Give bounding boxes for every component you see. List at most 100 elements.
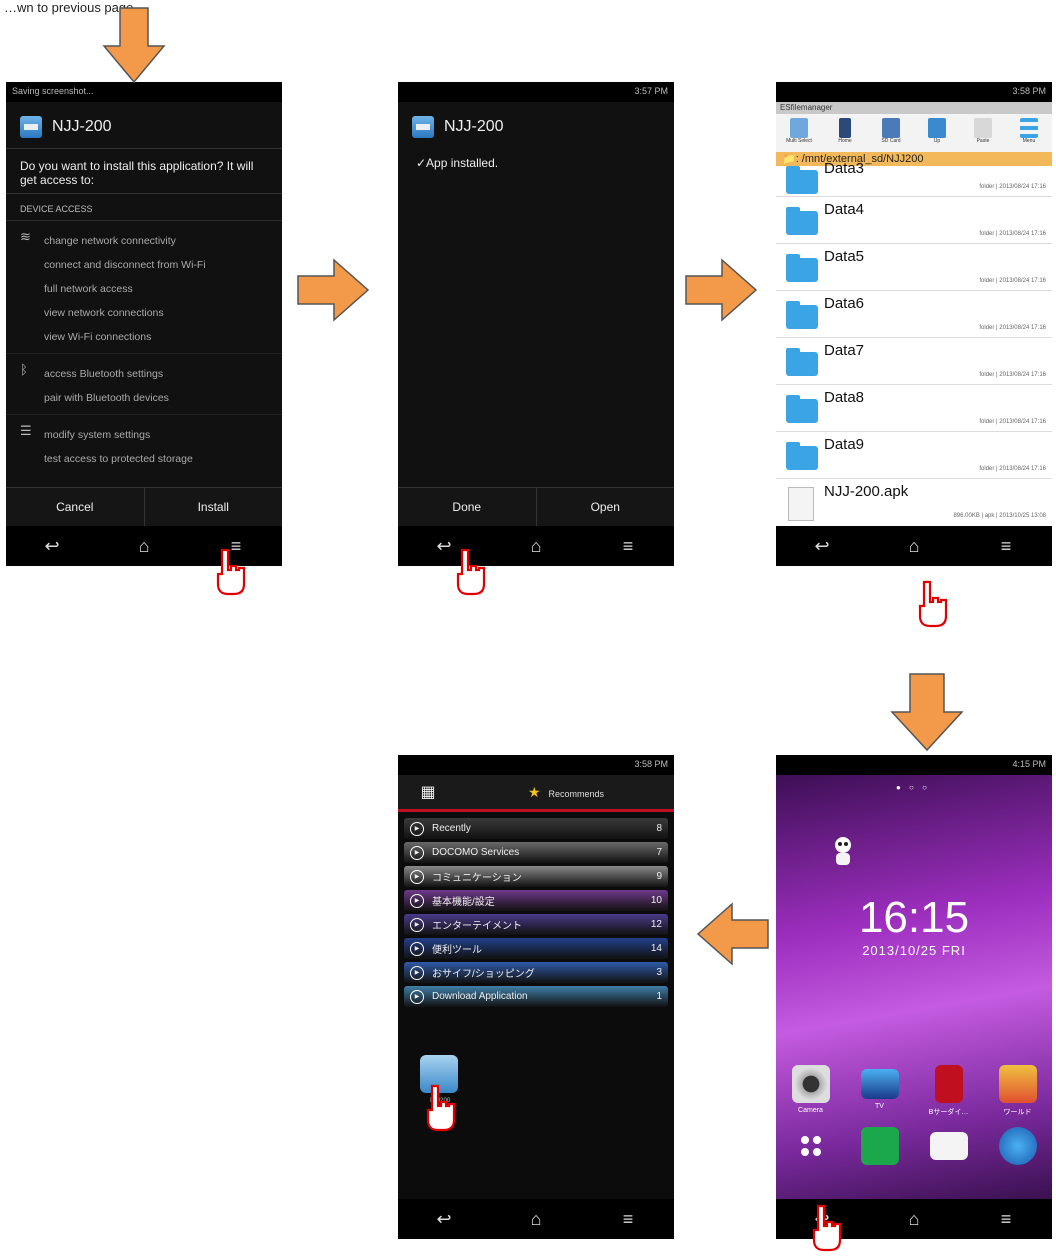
- browser-app[interactable]: [997, 1127, 1039, 1169]
- wifi-icon: ≋: [20, 229, 31, 244]
- folder-icon: [786, 395, 818, 423]
- home-icon[interactable]: ⌂: [899, 536, 929, 557]
- menu-icon[interactable]: ≡: [991, 536, 1021, 557]
- permission-item: test access to protected storage: [44, 453, 193, 465]
- done-button[interactable]: Done: [398, 488, 536, 526]
- status-bar: 3:57 PM: [398, 82, 674, 102]
- bookmark-icon: [934, 1065, 963, 1103]
- home-icon[interactable]: ⌂: [899, 1209, 929, 1230]
- folder-icon: [786, 166, 818, 194]
- tv-app[interactable]: TV: [859, 1065, 901, 1117]
- game-icon: [998, 1065, 1037, 1103]
- arrow-right-icon: [685, 258, 758, 322]
- home-button[interactable]: Home: [832, 118, 858, 148]
- category-row[interactable]: ▶ エンターテイメント 12: [404, 914, 668, 935]
- multi-select-button[interactable]: Multi Select: [786, 118, 812, 148]
- category-row[interactable]: ▶ DOCOMO Services 7: [404, 842, 668, 863]
- app-icon: [412, 116, 434, 138]
- permission-item: pair with Bluetooth devices: [44, 392, 169, 404]
- permission-item: view Wi-Fi connections: [44, 331, 152, 343]
- category-row[interactable]: ▶ コミュニケーション 9: [404, 866, 668, 887]
- menu-button[interactable]: Menu: [1016, 118, 1042, 148]
- settings-icon: ☰: [20, 423, 32, 438]
- status-bar: 3:58 PM: [776, 82, 1052, 102]
- phone-installed-screen: 3:57 PM NJJ-200 ✓App installed. Done Ope…: [398, 82, 674, 566]
- list-item[interactable]: Data7 folder | 2013/08/24 17:16: [776, 338, 1052, 385]
- status-time: 3:57 PM: [634, 86, 668, 96]
- home-icon[interactable]: ⌂: [129, 536, 159, 557]
- list-item[interactable]: Data8 folder | 2013/08/24 17:16: [776, 385, 1052, 432]
- arrow-down-icon: [890, 673, 964, 752]
- pointing-hand-icon: [918, 580, 948, 628]
- category-label: DOCOMO Services: [432, 847, 520, 858]
- bookmark-app[interactable]: Bサーダイ…: [928, 1065, 970, 1117]
- mail-icon: [929, 1132, 968, 1160]
- up-button[interactable]: Up: [924, 118, 950, 148]
- category-row[interactable]: ▶ 便利ツール 14: [404, 938, 668, 959]
- category-label: Recently: [432, 823, 471, 834]
- category-count: 1: [656, 991, 662, 1002]
- home-icon[interactable]: ⌂: [521, 536, 551, 557]
- play-icon: ▶: [410, 941, 424, 956]
- cancel-button[interactable]: Cancel: [6, 488, 144, 526]
- category-label: エンターテイメント: [432, 921, 522, 932]
- phone-file-manager-screen: 3:58 PM ESfilemanager Multi Select Home …: [776, 82, 1052, 566]
- status-time: 4:15 PM: [1012, 759, 1046, 769]
- category-count: 14: [650, 943, 662, 954]
- grid-tab-icon[interactable]: ▦: [398, 782, 458, 802]
- folder-icon: [786, 254, 818, 282]
- phone-home-screen: 4:15 PM ● ○ ○ 16:15 2013/10/25 FRI Camer…: [776, 755, 1052, 1239]
- install-button[interactable]: Install: [143, 488, 283, 526]
- list-item[interactable]: Data4 folder | 2013/08/24 17:16: [776, 197, 1052, 244]
- menu-icon[interactable]: ≡: [613, 1209, 643, 1230]
- pointing-hand-icon: [456, 548, 486, 596]
- mascot-widget-icon[interactable]: [830, 835, 856, 869]
- play-icon: ▶: [410, 869, 424, 884]
- section-header: DEVICE ACCESS: [6, 194, 282, 221]
- permission-item: change network connectivity: [44, 235, 176, 247]
- home-icon[interactable]: ⌂: [521, 1209, 551, 1230]
- sd-card-button[interactable]: SD Card: [878, 118, 904, 148]
- open-button[interactable]: Open: [535, 488, 675, 526]
- play-icon: ▶: [410, 845, 424, 860]
- list-item[interactable]: Data3 folder | 2013/08/24 17:16: [776, 160, 1052, 197]
- list-item-apk[interactable]: NJJ-200.apk 896.00KB | apk | 2013/10/25 …: [776, 479, 1052, 525]
- play-icon: ▶: [410, 989, 424, 1004]
- category-count: 12: [650, 919, 662, 930]
- list-item[interactable]: Data5 folder | 2013/08/24 17:16: [776, 244, 1052, 291]
- category-count: 3: [656, 967, 662, 978]
- mail-app[interactable]: [928, 1127, 970, 1169]
- folder-icon: [786, 442, 818, 470]
- app-row-1: Camera TV Bサーダイ… ワールド: [776, 1065, 1052, 1117]
- category-label: 便利ツール: [432, 945, 482, 956]
- folder-icon: [786, 348, 818, 376]
- app-drawer-button[interactable]: [790, 1127, 832, 1169]
- tab-recommends[interactable]: ★ Recommends: [458, 784, 674, 801]
- category-row[interactable]: ▶ おサイフ/ショッピング 3: [404, 962, 668, 983]
- toolbar: Multi Select Home SD Card Up Paste Menu: [776, 114, 1052, 152]
- app-header: NJJ-200: [6, 102, 282, 149]
- app-icon: [20, 116, 42, 138]
- nav-bar: ↩ ⌂ ≡: [776, 526, 1052, 566]
- menu-icon[interactable]: ≡: [991, 1209, 1021, 1230]
- menu-icon[interactable]: ≡: [613, 536, 643, 557]
- back-icon[interactable]: ↩: [807, 536, 837, 557]
- back-icon[interactable]: ↩: [37, 536, 67, 557]
- category-row[interactable]: ▶ 基本機能/設定 10: [404, 890, 668, 911]
- category-label: 基本機能/設定: [432, 897, 495, 908]
- permission-group-bluetooth: ᛒ access Bluetooth settings pair with Bl…: [6, 354, 282, 415]
- nav-bar: ↩ ⌂ ≡: [398, 1199, 674, 1239]
- category-row[interactable]: ▶ Recently 8: [404, 818, 668, 839]
- paste-button[interactable]: Paste: [970, 118, 996, 148]
- list-item[interactable]: Data6 folder | 2013/08/24 17:16: [776, 291, 1052, 338]
- game-app[interactable]: ワールド: [997, 1065, 1039, 1117]
- app-title-bar: ESfilemanager: [776, 102, 1052, 114]
- category-row[interactable]: ▶ Download Application 1: [404, 986, 668, 1007]
- list-item[interactable]: Data9 folder | 2013/08/24 17:16: [776, 432, 1052, 479]
- phone-app[interactable]: [859, 1127, 901, 1169]
- clock-date: 2013/10/25 FRI: [862, 943, 966, 958]
- back-icon[interactable]: ↩: [429, 1209, 459, 1230]
- category-count: 9: [656, 871, 662, 882]
- category-label: おサイフ/ショッピング: [432, 969, 535, 980]
- camera-app[interactable]: Camera: [790, 1065, 832, 1117]
